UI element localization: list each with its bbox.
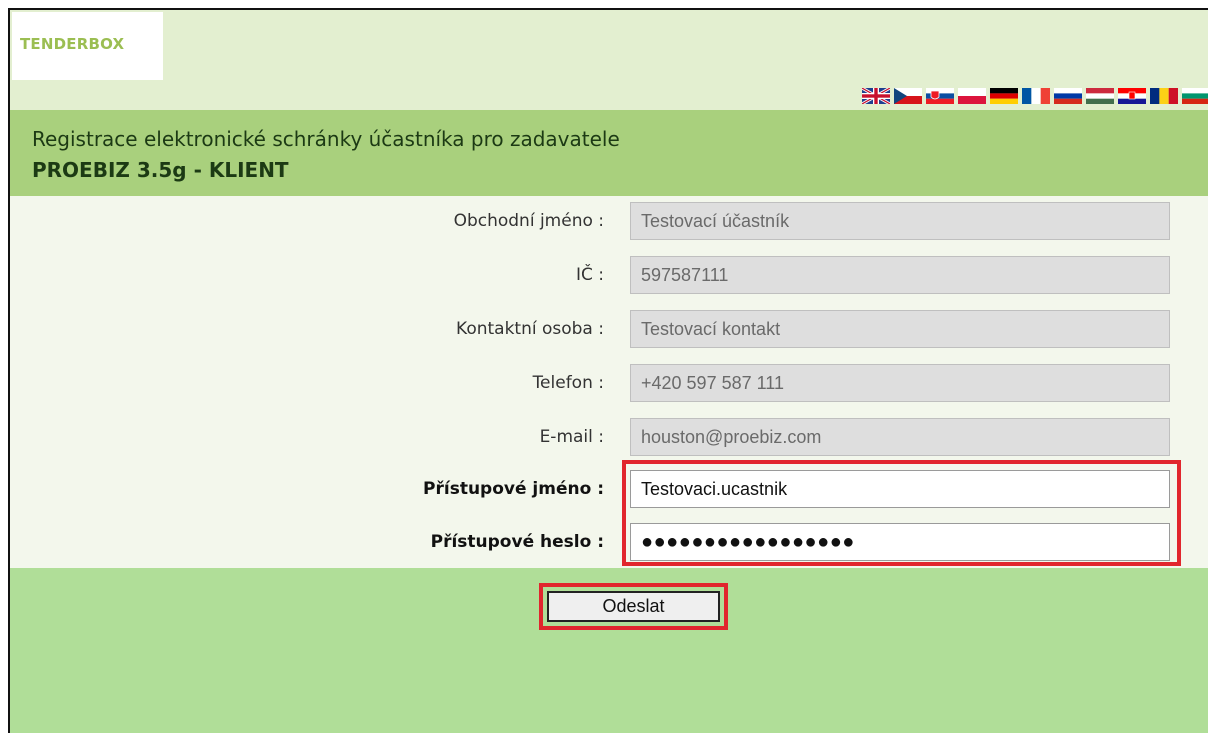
phone-label: Telefon : xyxy=(532,373,604,393)
bulgarian-flag[interactable] xyxy=(1182,88,1208,104)
page-frame: TENDERBOX Registrace elektronické schrán… xyxy=(8,8,1208,733)
logo[interactable]: TENDERBOX xyxy=(12,12,163,80)
business-name-row: Obchodní jméno : Testovací účastník xyxy=(10,202,1208,242)
phone-row: Telefon : +420 597 587 111 xyxy=(10,364,1208,404)
slovak-flag[interactable] xyxy=(926,88,954,104)
uk-flag[interactable] xyxy=(862,88,890,104)
ic-row: IČ : 597587111 xyxy=(10,256,1208,296)
email-row: E-mail : houston@proebiz.com xyxy=(10,418,1208,458)
phone-field: +420 597 587 111 xyxy=(630,364,1170,402)
language-flags xyxy=(862,88,1208,107)
header-bar: Registrace elektronické schránky účastní… xyxy=(10,110,1208,196)
polish-flag[interactable] xyxy=(958,88,986,104)
ic-label: IČ : xyxy=(575,265,604,285)
business-name-label: Obchodní jméno : xyxy=(453,211,604,231)
czech-flag[interactable] xyxy=(894,88,922,104)
submit-button[interactable]: Odeslat xyxy=(547,591,720,622)
german-flag[interactable] xyxy=(990,88,1018,104)
business-name-field: Testovací účastník xyxy=(630,202,1170,240)
hungarian-flag[interactable] xyxy=(1086,88,1114,104)
contact-row: Kontaktní osoba : Testovací kontakt xyxy=(10,310,1208,350)
ic-field: 597587111 xyxy=(630,256,1170,294)
username-label: Přístupové jméno : xyxy=(423,479,604,499)
russian-flag[interactable] xyxy=(1054,88,1082,104)
page-subtitle: PROEBIZ 3.5g - KLIENT xyxy=(32,158,289,182)
contact-field: Testovací kontakt xyxy=(630,310,1170,348)
password-label: Přístupové heslo : xyxy=(430,532,604,552)
email-label: E-mail : xyxy=(539,427,604,447)
contact-label: Kontaktní osoba : xyxy=(456,319,604,339)
logo-text: TENDERBOX xyxy=(20,35,125,53)
romanian-flag[interactable] xyxy=(1150,88,1178,104)
email-field: houston@proebiz.com xyxy=(630,418,1170,456)
croatian-flag[interactable] xyxy=(1118,88,1146,104)
french-flag[interactable] xyxy=(1022,88,1050,104)
page-title: Registrace elektronické schránky účastní… xyxy=(32,127,620,151)
credentials-highlight xyxy=(622,460,1181,566)
